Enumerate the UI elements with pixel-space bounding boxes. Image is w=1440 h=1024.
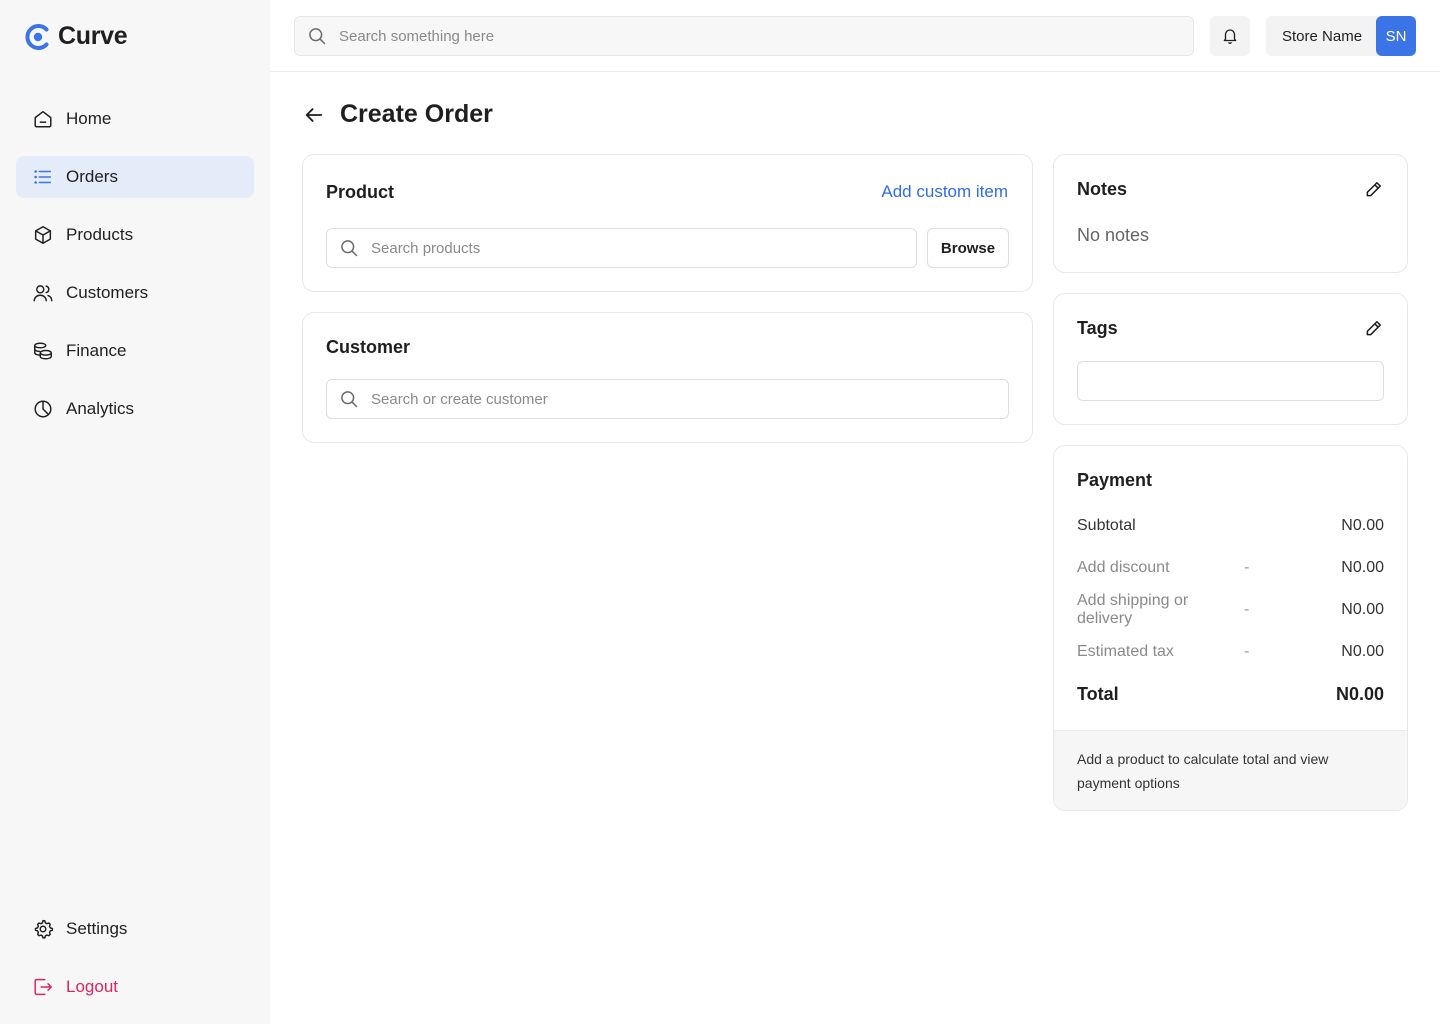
avatar[interactable]: SN [1376, 16, 1416, 56]
topbar: Store Name SN [270, 0, 1440, 72]
sidebar-item-label: Logout [66, 977, 118, 996]
payment-row-label: Add discount [1077, 559, 1170, 576]
sidebar-item-label: Analytics [66, 399, 135, 418]
search-icon [341, 391, 358, 408]
sidebar-item-home[interactable]: Home [16, 98, 254, 140]
global-search[interactable] [294, 16, 1194, 56]
payment-row-total: Total N0.00 [1077, 683, 1384, 705]
customer-search[interactable] [326, 379, 1009, 419]
browse-button[interactable]: Browse [927, 228, 1009, 268]
sidebar-item-label: Products [66, 225, 134, 244]
notes-card-title: Notes [1077, 179, 1128, 199]
tags-field[interactable] [1077, 361, 1384, 401]
sidebar-item-logout[interactable]: Logout [16, 966, 254, 1008]
add-custom-item-link[interactable]: Add custom item [881, 182, 1008, 202]
coins-icon [34, 342, 52, 360]
page-title: Create Order [340, 100, 493, 128]
sidebar-item-finance[interactable]: Finance [16, 330, 254, 372]
arrow-left-icon [305, 107, 323, 122]
customer-card-title: Customer [326, 337, 411, 357]
payment-row-label: Subtotal [1077, 517, 1136, 534]
store-menu[interactable]: Store Name SN [1266, 16, 1416, 56]
main-nav: Home Orders Products Customers Finance A… [16, 98, 254, 446]
product-search[interactable] [326, 228, 917, 268]
payment-row-value: N0.00 [1341, 643, 1384, 660]
box-icon [34, 226, 52, 244]
list-icon [34, 170, 52, 184]
tags-card: Tags [1053, 293, 1408, 425]
sidebar-item-label: Customers [66, 283, 149, 302]
payment-card: Payment Subtotal N0.00 Add discount - N0… [1053, 445, 1408, 811]
app-name: Curve [58, 22, 128, 50]
sidebar-item-orders[interactable]: Orders [16, 156, 254, 198]
notes-body: No notes [1077, 225, 1150, 245]
bell-icon [1223, 29, 1237, 44]
sidebar-item-products[interactable]: Products [16, 214, 254, 256]
payment-row-subtotal: Subtotal N0.00 [1077, 515, 1384, 537]
payment-row-value: N0.00 [1341, 517, 1384, 534]
payment-row-value: N0.00 [1341, 559, 1384, 576]
sidebar-item-label: Orders [66, 167, 118, 186]
back-button[interactable] [302, 103, 326, 127]
sidebar: Curve Home Orders Products Customers Fin… [0, 0, 270, 1024]
payment-total-value: N0.00 [1335, 683, 1384, 704]
curve-logo-icon [25, 23, 49, 50]
customer-search-input[interactable] [371, 390, 1008, 408]
edit-tags-icon[interactable] [1364, 318, 1384, 338]
home-icon [34, 110, 52, 128]
sidebar-item-customers[interactable]: Customers [16, 272, 254, 314]
customer-card: Customer [302, 312, 1033, 443]
logo[interactable]: Curve [24, 22, 128, 51]
search-icon [341, 240, 358, 257]
payment-total-label: Total [1077, 683, 1119, 704]
payment-row-dash: - [1244, 559, 1250, 576]
payment-row-label: Estimated tax [1077, 643, 1174, 660]
payment-row-dash: - [1244, 601, 1250, 618]
payment-row-value: N0.00 [1341, 601, 1384, 618]
page-header: Create Order [302, 100, 493, 129]
global-search-input[interactable] [339, 27, 1159, 45]
pie-chart-icon [34, 400, 52, 418]
sidebar-item-analytics[interactable]: Analytics [16, 388, 254, 430]
product-card-title: Product [326, 182, 395, 202]
notifications-button[interactable] [1210, 16, 1250, 56]
sidebar-item-label: Settings [66, 919, 128, 938]
search-icon [309, 28, 326, 45]
product-card: Product Add custom item Browse [302, 154, 1033, 292]
product-search-input[interactable] [371, 239, 916, 257]
store-name: Store Name [1282, 27, 1363, 45]
payment-row-tax[interactable]: Estimated tax - N0.00 [1077, 641, 1384, 663]
sidebar-item-label: Finance [66, 341, 127, 360]
payment-row-discount[interactable]: Add discount - N0.00 [1077, 557, 1384, 579]
edit-notes-icon[interactable] [1364, 179, 1384, 199]
sidebar-item-label: Home [66, 109, 112, 128]
tags-card-title: Tags [1077, 318, 1118, 338]
tags-input[interactable] [1090, 372, 1383, 390]
logout-icon [34, 978, 52, 996]
payment-row-dash: - [1244, 643, 1250, 660]
sidebar-bottom: Settings Logout [16, 908, 254, 1024]
payment-row-label: Add shipping or delivery [1077, 592, 1189, 627]
payment-card-title: Payment [1077, 470, 1153, 490]
gear-icon [34, 919, 54, 939]
payment-footer-note: Add a product to calculate total and vie… [1054, 730, 1407, 810]
payment-row-shipping[interactable]: Add shipping or delivery - N0.00 [1077, 592, 1384, 627]
sidebar-item-settings[interactable]: Settings [16, 908, 254, 950]
users-icon [33, 285, 53, 302]
notes-card: Notes No notes [1053, 154, 1408, 273]
